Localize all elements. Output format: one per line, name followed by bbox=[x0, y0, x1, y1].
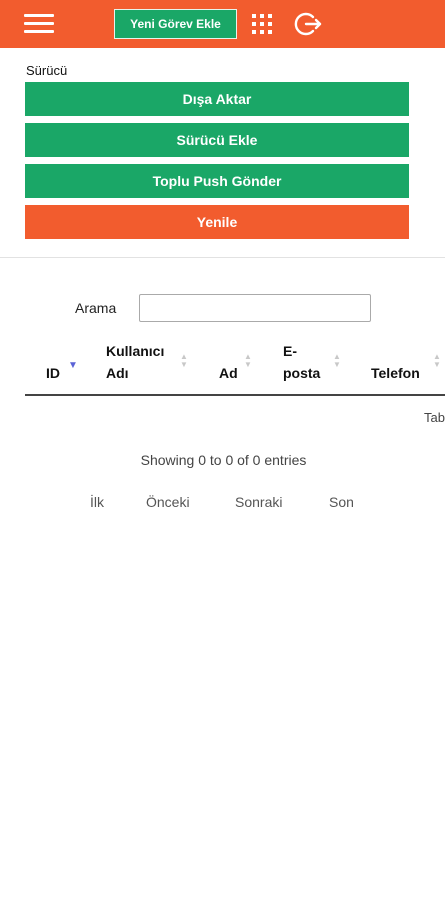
new-task-button[interactable]: Yeni Görev Ekle bbox=[114, 9, 237, 39]
column-header-name[interactable]: Ad bbox=[219, 362, 238, 384]
sort-icon: ▲ ▼ bbox=[433, 352, 441, 369]
search-label: Arama bbox=[75, 300, 117, 316]
table-header-border bbox=[25, 394, 445, 396]
pagination-next[interactable]: Sonraki bbox=[235, 494, 282, 510]
column-header-label: Telefon bbox=[371, 365, 420, 381]
bulk-push-button[interactable]: Toplu Push Gönder bbox=[25, 164, 409, 198]
pagination-first[interactable]: İlk bbox=[90, 494, 104, 510]
column-header-label: E- bbox=[283, 343, 297, 359]
table-info: Showing 0 to 0 of 0 entries bbox=[0, 452, 445, 468]
empty-table-message: Tablo bbox=[424, 410, 445, 425]
column-header-username[interactable]: Kullanıcı Adı bbox=[106, 340, 164, 384]
column-header-label: Adı bbox=[106, 365, 129, 381]
column-header-label: Kullanıcı bbox=[106, 343, 165, 359]
hamburger-icon[interactable] bbox=[24, 14, 54, 34]
grid-icon[interactable] bbox=[252, 14, 272, 34]
page-title: Sürücü bbox=[26, 63, 68, 78]
column-header-email[interactable]: E- posta bbox=[283, 340, 320, 384]
logout-icon[interactable] bbox=[294, 11, 322, 37]
column-header-label: ID bbox=[46, 365, 60, 381]
sort-icon: ▲ ▼ bbox=[333, 352, 341, 369]
add-driver-button[interactable]: Sürücü Ekle bbox=[25, 123, 409, 157]
sort-icon: ▲ ▼ bbox=[244, 352, 252, 369]
search-input[interactable] bbox=[139, 294, 371, 322]
column-header-phone[interactable]: Telefon bbox=[371, 362, 420, 384]
sort-icon: ▲ ▼ bbox=[180, 352, 188, 369]
refresh-button[interactable]: Yenile bbox=[25, 205, 409, 239]
column-header-label: posta bbox=[283, 365, 321, 381]
sort-desc-icon: ▼ bbox=[68, 360, 78, 371]
top-bar: Yeni Görev Ekle bbox=[0, 0, 445, 48]
pagination-previous[interactable]: Önceki bbox=[146, 494, 190, 510]
section-divider bbox=[0, 257, 445, 258]
table-info-text: Showing 0 to 0 of 0 entries bbox=[140, 452, 307, 468]
pagination-last[interactable]: Son bbox=[329, 494, 354, 510]
column-header-label: Ad bbox=[219, 365, 238, 381]
column-header-id[interactable]: ID bbox=[46, 362, 60, 384]
export-button[interactable]: Dışa Aktar bbox=[25, 82, 409, 116]
